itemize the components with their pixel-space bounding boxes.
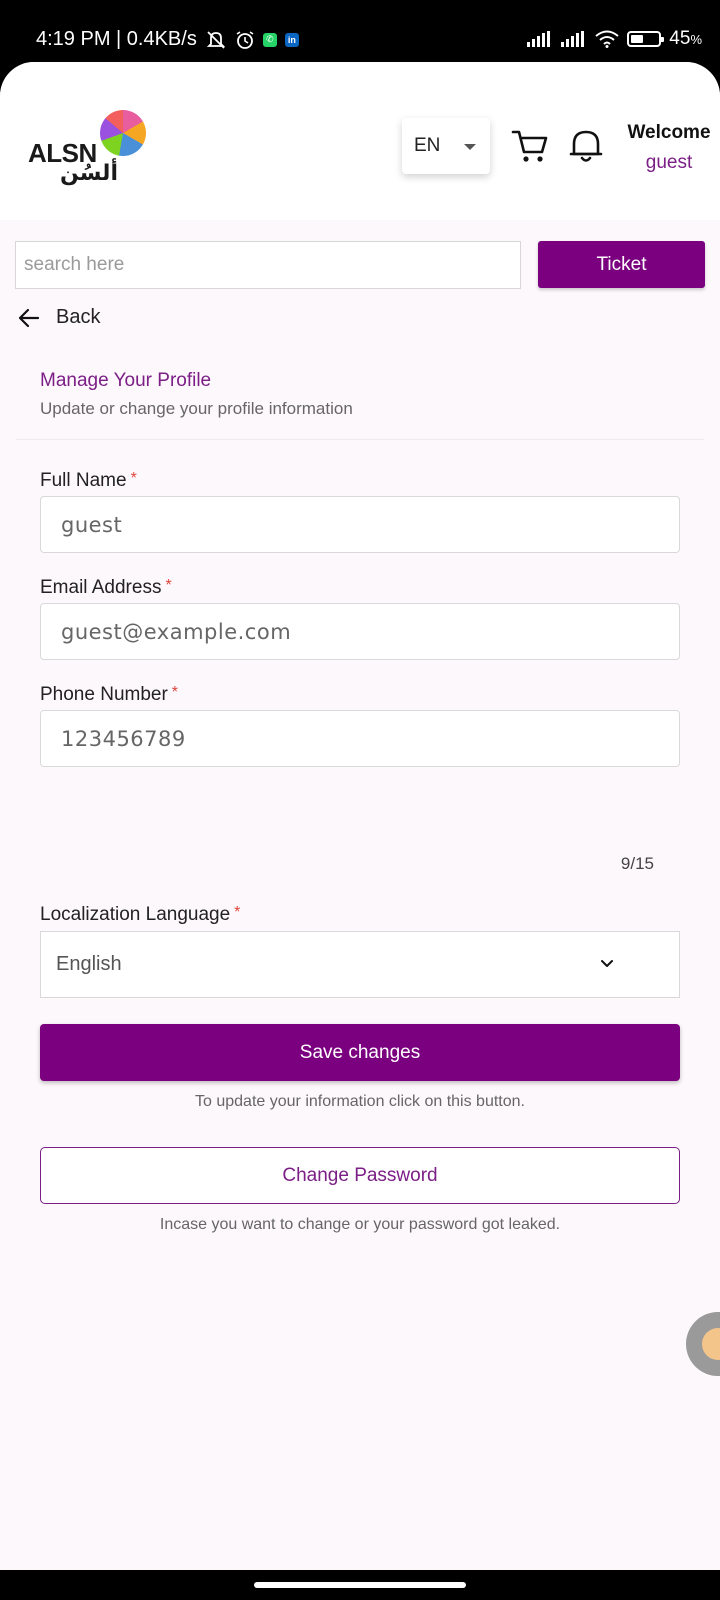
phone-field[interactable] xyxy=(40,710,680,767)
profile-card: Manage Your Profile Update or change you… xyxy=(16,348,704,1242)
search-input[interactable] xyxy=(15,241,521,289)
full-name-field[interactable] xyxy=(40,496,680,553)
logo-globe-icon xyxy=(100,110,146,156)
signal-icon xyxy=(527,31,551,47)
page-subtitle: Update or change your profile informatio… xyxy=(40,399,353,418)
phone-label: Phone Number * xyxy=(40,684,179,705)
cart-icon xyxy=(511,130,548,162)
save-button[interactable]: Save changes xyxy=(40,1024,680,1081)
phone-char-counter: 9/15 xyxy=(620,854,654,873)
app-logo[interactable]: ALSN ألسُن xyxy=(28,110,148,186)
language-select-value: English xyxy=(56,953,122,975)
app-screen: ALSN ألسُن EN Welcome guest T xyxy=(0,62,720,1570)
required-mark: * xyxy=(171,684,179,701)
password-hint: Incase you want to change or your passwo… xyxy=(159,1216,561,1233)
whatsapp-icon: ✆ xyxy=(262,32,277,47)
battery-icon xyxy=(627,31,665,47)
status-time: 4:19 PM | 0.4KB/s xyxy=(36,28,197,50)
language-value: EN xyxy=(414,135,441,156)
home-indicator[interactable] xyxy=(254,1582,466,1588)
status-right: 45% xyxy=(527,28,702,50)
bell-icon xyxy=(569,130,603,162)
full-name-label: Full Name * xyxy=(40,470,137,491)
chevron-down-icon xyxy=(601,960,613,967)
email-label: Email Address * xyxy=(40,577,172,598)
status-left: 4:19 PM | 0.4KB/s ✆ in xyxy=(36,28,299,51)
cart-button[interactable] xyxy=(510,126,550,166)
required-mark: * xyxy=(165,577,172,594)
welcome-title: Welcome xyxy=(627,122,711,143)
wifi-icon xyxy=(595,30,619,48)
linkedin-icon: in xyxy=(284,32,299,47)
chat-avatar-icon xyxy=(702,1328,720,1360)
floating-chat-button[interactable] xyxy=(686,1312,720,1376)
back-label: Back xyxy=(56,306,101,328)
save-hint: To update your information click on this… xyxy=(195,1093,525,1110)
email-field[interactable] xyxy=(40,603,680,660)
ticket-button[interactable]: Ticket xyxy=(538,241,705,288)
back-button[interactable]: Back xyxy=(18,306,100,329)
mute-icon xyxy=(206,30,226,49)
welcome-username[interactable]: guest xyxy=(624,152,714,174)
profile-card-header: Manage Your Profile Update or change you… xyxy=(16,348,704,440)
page-title: Manage Your Profile xyxy=(40,370,212,391)
status-bar: 4:19 PM | 0.4KB/s ✆ in 45% xyxy=(0,0,720,62)
alarm-icon xyxy=(236,30,254,49)
arrow-left-icon xyxy=(18,308,40,327)
welcome-block: Welcome guest xyxy=(624,122,714,174)
required-mark: * xyxy=(130,470,137,487)
system-nav-bar xyxy=(0,1570,720,1600)
logo-arabic-text: ألسُن xyxy=(60,160,118,185)
change-password-button[interactable]: Change Password xyxy=(40,1147,680,1204)
required-mark: * xyxy=(234,904,241,921)
language-select[interactable]: English xyxy=(40,931,680,998)
language-selector[interactable]: EN xyxy=(402,118,490,174)
caret-down-icon xyxy=(464,144,476,150)
notifications-button[interactable] xyxy=(566,126,606,166)
signal-icon-2 xyxy=(561,31,585,47)
app-header: ALSN ألسُن EN Welcome guest xyxy=(0,62,720,220)
battery-level: 45% xyxy=(669,28,702,49)
language-label: Localization Language * xyxy=(40,904,241,925)
